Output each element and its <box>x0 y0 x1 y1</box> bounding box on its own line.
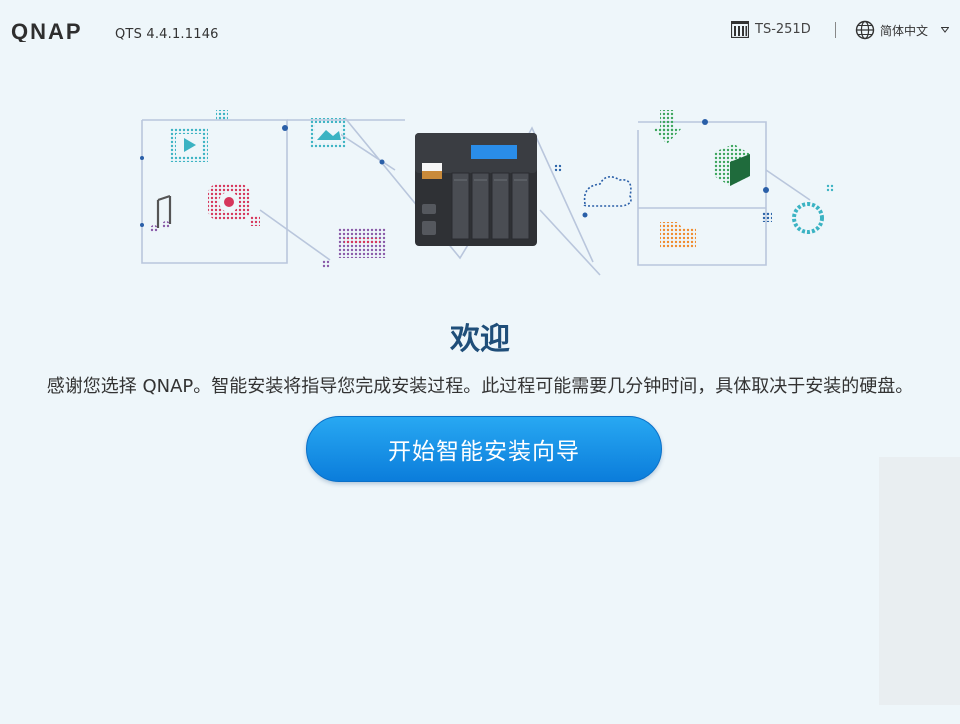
caret-down-icon <box>941 27 950 33</box>
language-label: 简体中文 <box>880 23 929 38</box>
qnap-setup-page: QNAP QTS 4.4.1.1146 TS-251D 简体中文 欢迎 感谢您选… <box>0 0 960 724</box>
nas-device-icon <box>731 21 749 38</box>
welcome-title: 欢迎 <box>450 322 510 357</box>
qnap-logo: QNAP <box>11 20 83 42</box>
device-model-label: TS-251D <box>755 22 811 37</box>
device-model: TS-251D <box>731 21 811 38</box>
language-selector[interactable]: 简体中文 <box>855 20 950 40</box>
header-divider <box>835 22 836 38</box>
hero-illustration <box>140 110 834 276</box>
side-panel <box>879 457 960 705</box>
globe-icon <box>855 20 875 40</box>
firmware-version: QTS 4.4.1.1146 <box>115 27 219 42</box>
header-bar: QNAP QTS 4.4.1.1146 TS-251D 简体中文 <box>0 0 960 62</box>
start-smart-installation-button[interactable]: 开始智能安装向导 <box>306 416 662 482</box>
welcome-description: 感谢您选择 QNAP。智能安装将指导您完成安装过程。此过程可能需要几分钟时间，具… <box>46 376 914 397</box>
svg-text:QNAP: QNAP <box>11 20 83 42</box>
